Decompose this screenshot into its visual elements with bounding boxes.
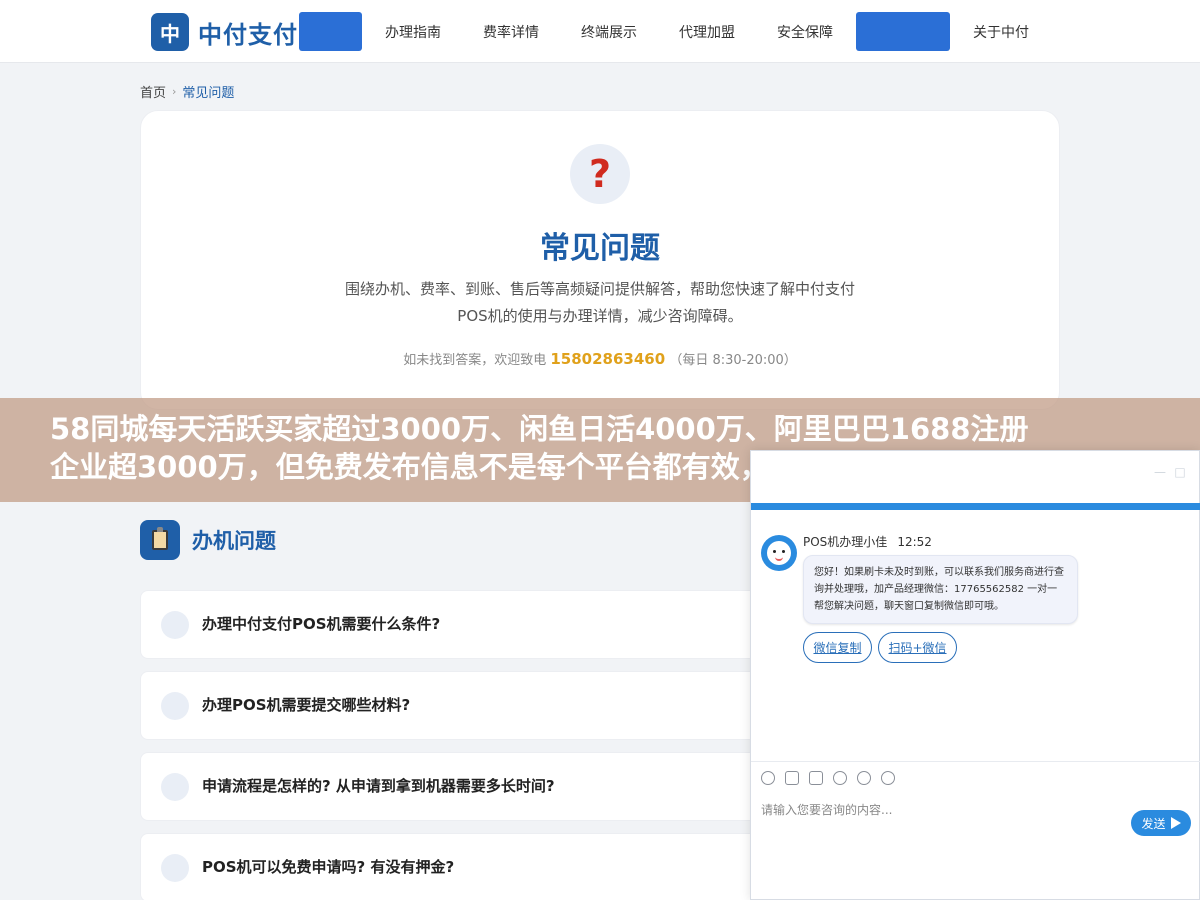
contact-phone[interactable]: 15802863460 <box>550 350 665 368</box>
nav-guide[interactable]: 办理指南 <box>372 12 454 51</box>
breadcrumb-current: 常见问题 <box>182 86 235 101</box>
site-header: 中 中付支付 办理指南 费率详情 终端展示 代理加盟 安全保障 关于中付 <box>0 0 1200 63</box>
nav-agency[interactable]: 代理加盟 <box>666 12 748 51</box>
transfer-icon[interactable] <box>881 771 895 785</box>
chat-widget: — □ POS机办理小佳 12:52 您好！如果刷卡未及时到账，可以联系我们服务商… <box>750 450 1200 900</box>
chat-divider <box>751 761 1200 762</box>
nav-home-button[interactable] <box>299 12 362 51</box>
nav-about[interactable]: 关于中付 <box>960 12 1042 51</box>
send-arrow-icon <box>1170 817 1181 829</box>
agent-header: POS机办理小佳 12:52 <box>803 533 932 550</box>
logo[interactable]: 中 中付支付 <box>151 13 298 51</box>
logo-text: 中付支付 <box>198 20 298 49</box>
faq-bullet-icon <box>161 773 189 801</box>
clipboard-icon <box>140 520 180 560</box>
page-title: 常见问题 <box>540 231 660 266</box>
faq-question: 申请流程是怎样的? 从申请到拿到机器需要多长时间? <box>202 777 555 795</box>
voice-icon[interactable] <box>857 771 871 785</box>
screenshot-icon[interactable] <box>809 771 823 785</box>
send-label: 发送 <box>1141 816 1166 831</box>
emoji-icon[interactable] <box>761 771 775 785</box>
chat-toolbar <box>761 771 905 785</box>
copy-wechat-button[interactable]: 微信复制 <box>803 632 872 663</box>
image-icon[interactable] <box>785 771 799 785</box>
breadcrumb-separator: › <box>172 85 177 98</box>
faq-question: 办理POS机需要提交哪些材料? <box>202 696 411 714</box>
nav-terminals[interactable]: 终端展示 <box>568 12 650 51</box>
faq-bullet-icon <box>161 611 189 639</box>
chat-accent-bar <box>751 503 1200 510</box>
hero-card: ? 常见问题 围绕办机、费率、到账、售后等高频疑问提供解答，帮助您快速了解中付支… <box>140 110 1060 410</box>
breadcrumb: 首页 › 常见问题 <box>140 82 234 101</box>
faq-question: 办理中付支付POS机需要什么条件? <box>202 615 441 633</box>
nav-security[interactable]: 安全保障 <box>764 12 846 51</box>
maximize-icon[interactable]: □ <box>1173 465 1187 479</box>
send-button[interactable]: 发送 <box>1131 810 1191 836</box>
agent-message: 您好！如果刷卡未及时到账，可以联系我们服务商进行查询并处理哦，加产品经理微信：1… <box>803 555 1078 624</box>
faq-question: POS机可以免费申请吗? 有没有押金? <box>202 858 455 876</box>
chat-titlebar: — □ <box>751 451 1199 503</box>
breadcrumb-home[interactable]: 首页 <box>140 82 166 101</box>
page-description: 围绕办机、费率、到账、售后等高频疑问提供解答，帮助您快速了解中付支付 POS机的… <box>311 276 889 330</box>
agent-name: POS机办理小佳 <box>803 535 888 549</box>
description-line-2: POS机的使用与办理详情，减少咨询障碍。 <box>457 307 743 325</box>
message-time: 12:52 <box>897 535 932 549</box>
contact-line: 如未找到答案，欢迎致电 15802863460 （每日 8:30-20:00） <box>141 349 1059 368</box>
nav-faq-button[interactable] <box>856 12 950 51</box>
rating-icon[interactable] <box>833 771 847 785</box>
section-header: 办机问题 <box>140 520 276 560</box>
chat-input[interactable]: 请输入您要咨询的内容... <box>761 801 892 818</box>
agent-avatar <box>761 535 797 571</box>
contact-hours: （每日 8:30-20:00） <box>669 353 797 368</box>
faq-bullet-icon <box>161 692 189 720</box>
minimize-icon[interactable]: — <box>1153 465 1167 479</box>
question-mark-icon: ? <box>570 144 630 204</box>
contact-prefix: 如未找到答案，欢迎致电 <box>403 353 547 368</box>
logo-mark: 中 <box>151 13 189 51</box>
banner-line-1: 58同城每天活跃买家超过3000万、闲鱼日活4000万、阿里巴巴1688注册 <box>50 412 1029 446</box>
scan-wechat-button[interactable]: 扫码+微信 <box>878 632 957 663</box>
description-line-1: 围绕办机、费率、到账、售后等高频疑问提供解答，帮助您快速了解中付支付 <box>344 280 855 298</box>
faq-bullet-icon <box>161 854 189 882</box>
nav-rates[interactable]: 费率详情 <box>470 12 552 51</box>
section-title: 办机问题 <box>192 529 276 553</box>
